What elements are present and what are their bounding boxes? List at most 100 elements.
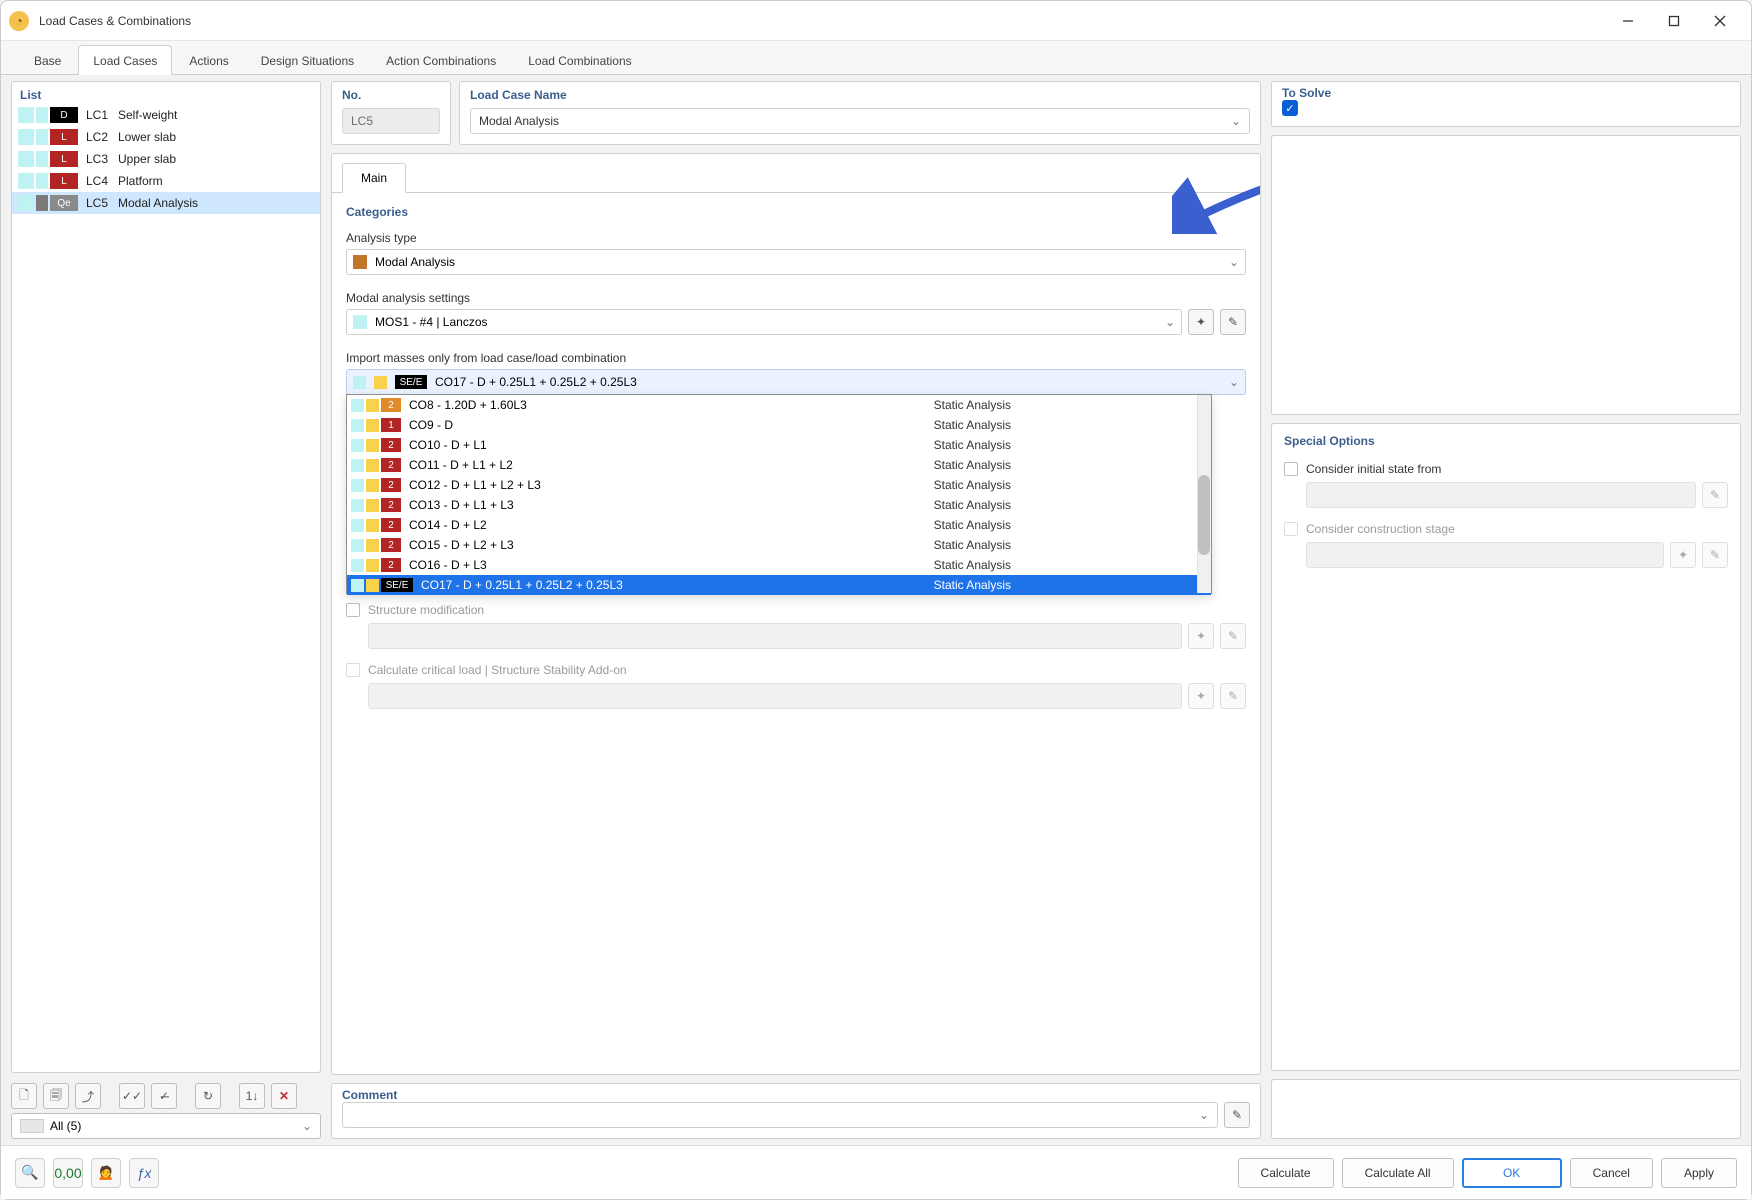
dropdown-option[interactable]: 2 CO16 - D + L3 Static Analysis (347, 555, 1211, 575)
maximize-button[interactable] (1651, 6, 1697, 36)
tab-main[interactable]: Main (342, 163, 406, 193)
import-masses-label: Import masses only from load case/load c… (346, 347, 1246, 369)
analysis-type-label: Analysis type (346, 227, 1246, 249)
initial-state-edit-icon[interactable]: ✎ (1702, 482, 1728, 508)
dropdown-option[interactable]: 2 CO10 - D + L1 Static Analysis (347, 435, 1211, 455)
new-settings-icon[interactable]: ✦ (1188, 309, 1214, 335)
tab-base[interactable]: Base (19, 45, 76, 75)
tosolve-label: To Solve (1282, 80, 1339, 102)
titlebar: ◔ Load Cases & Combinations (1, 1, 1751, 41)
construction-stage-checkbox[interactable] (1284, 522, 1298, 536)
calculate-critical-label: Calculate critical load | Structure Stab… (368, 663, 627, 677)
function-icon[interactable]: ƒx (129, 1158, 159, 1188)
initial-state-label: Consider initial state from (1306, 462, 1441, 476)
tab-action-combinations[interactable]: Action Combinations (371, 45, 511, 75)
list-item[interactable]: L LC2 Lower slab (12, 126, 320, 148)
analysis-type-value: Modal Analysis (375, 255, 455, 269)
main-tabs: Base Load Cases Actions Design Situation… (1, 41, 1751, 75)
tab-load-combinations[interactable]: Load Combinations (513, 45, 646, 75)
modal-settings-value: MOS1 - #4 | Lanczos (375, 315, 488, 329)
app-icon: ◔ (9, 11, 29, 31)
minimize-button[interactable] (1605, 6, 1651, 36)
chevron-down-icon: ⌄ (1229, 255, 1239, 269)
categories-header: Categories (346, 201, 1246, 227)
analysis-type-dropdown[interactable]: Modal Analysis ⌄ (346, 249, 1246, 275)
chevron-down-icon: ⌄ (302, 1119, 312, 1133)
calculate-critical-field (368, 683, 1182, 709)
lcname-dropdown[interactable]: Modal Analysis ⌄ (470, 108, 1250, 134)
cancel-button[interactable]: Cancel (1570, 1158, 1653, 1188)
comment-dropdown[interactable]: ⌄ (342, 1102, 1218, 1128)
lcname-value: Modal Analysis (479, 114, 559, 128)
calculate-button[interactable]: Calculate (1238, 1158, 1334, 1188)
modal-settings-label: Modal analysis settings (346, 287, 1246, 309)
search-icon[interactable]: 🔍 (15, 1158, 45, 1188)
tab-load-cases[interactable]: Load Cases (78, 45, 172, 75)
new-sm-icon[interactable]: ✦ (1188, 623, 1214, 649)
construction-stage-new-icon[interactable]: ✦ (1670, 542, 1696, 568)
list-item[interactable]: L LC3 Upper slab (12, 148, 320, 170)
initial-state-field (1306, 482, 1696, 508)
units-icon[interactable]: 0,00 (53, 1158, 83, 1188)
chevron-down-icon: ⌄ (1199, 1108, 1209, 1122)
edit-cc-icon[interactable]: ✎ (1220, 683, 1246, 709)
list-filter-label: All (5) (50, 1119, 81, 1133)
calculate-all-button[interactable]: Calculate All (1342, 1158, 1454, 1188)
structure-modification-checkbox[interactable] (346, 603, 360, 617)
tosolve-checkbox[interactable]: ✓ (1282, 100, 1298, 116)
edit-sm-icon[interactable]: ✎ (1220, 623, 1246, 649)
scrollbar[interactable] (1197, 395, 1211, 593)
apply-button[interactable]: Apply (1661, 1158, 1737, 1188)
dropdown-option[interactable]: 2 CO12 - D + L1 + L2 + L3 Static Analysi… (347, 475, 1211, 495)
copy-icon[interactable]: 🗐 (43, 1083, 69, 1109)
ok-button[interactable]: OK (1462, 1158, 1562, 1188)
dropdown-option[interactable]: SE/E CO17 - D + 0.25L1 + 0.25L2 + 0.25L3… (347, 575, 1211, 595)
import-badge: SE/E (395, 375, 427, 389)
lcname-label: Load Case Name (470, 86, 1250, 108)
tab-actions[interactable]: Actions (174, 45, 243, 75)
dropdown-option[interactable]: 2 CO13 - D + L1 + L3 Static Analysis (347, 495, 1211, 515)
special-options-header: Special Options (1284, 430, 1728, 456)
preview-panel (1271, 135, 1741, 415)
chevron-down-icon: ⌄ (1231, 114, 1241, 128)
import-masses-dropdown[interactable]: SE/E CO17 - D + 0.25L1 + 0.25L2 + 0.25L3… (346, 369, 1246, 395)
window-title: Load Cases & Combinations (39, 14, 191, 28)
uncheck-all-icon[interactable]: ✓̶ (151, 1083, 177, 1109)
initial-state-checkbox[interactable] (1284, 462, 1298, 476)
modal-settings-dropdown[interactable]: MOS1 - #4 | Lanczos ⌄ (346, 309, 1182, 335)
list-item[interactable]: Qe LC5 Modal Analysis (12, 192, 320, 214)
close-button[interactable] (1697, 6, 1743, 36)
no-label: No. (342, 86, 440, 108)
dropdown-option[interactable]: 2 CO15 - D + L2 + L3 Static Analysis (347, 535, 1211, 555)
comment-label: Comment (342, 1082, 405, 1104)
check-all-icon[interactable]: ✓✓ (119, 1083, 145, 1109)
calculate-critical-checkbox[interactable] (346, 663, 360, 677)
list-filter-dropdown[interactable]: All (5) ⌄ (11, 1113, 321, 1139)
no-field: LC5 (342, 108, 440, 134)
import-icon[interactable]: ⤴ (75, 1083, 101, 1109)
dropdown-option[interactable]: 2 CO14 - D + L2 Static Analysis (347, 515, 1211, 535)
list-item[interactable]: D LC1 Self-weight (12, 104, 320, 126)
construction-stage-field (1306, 542, 1664, 568)
profile-icon[interactable]: 🙍 (91, 1158, 121, 1188)
dropdown-option[interactable]: 2 CO8 - 1.20D + 1.60L3 Static Analysis (347, 395, 1211, 415)
tab-design-situations[interactable]: Design Situations (246, 45, 369, 75)
import-masses-value: CO17 - D + 0.25L1 + 0.25L2 + 0.25L3 (435, 375, 637, 389)
structure-modification-field (368, 623, 1182, 649)
right-bottom-panel (1271, 1079, 1741, 1139)
chevron-down-icon: ⌄ (1165, 315, 1175, 329)
refresh-icon[interactable]: ↻ (195, 1083, 221, 1109)
list-item[interactable]: L LC4 Platform (12, 170, 320, 192)
comment-edit-icon[interactable]: ✎ (1224, 1102, 1250, 1128)
new-cc-icon[interactable]: ✦ (1188, 683, 1214, 709)
chevron-down-icon: ⌄ (1229, 375, 1239, 389)
renumber-icon[interactable]: 1↓ (239, 1083, 265, 1109)
new-icon[interactable]: 🗋 (11, 1083, 37, 1109)
construction-stage-edit-icon[interactable]: ✎ (1702, 542, 1728, 568)
dropdown-option[interactable]: 1 CO9 - D Static Analysis (347, 415, 1211, 435)
construction-stage-label: Consider construction stage (1306, 522, 1455, 536)
delete-icon[interactable]: ✕ (271, 1083, 297, 1109)
dropdown-option[interactable]: 2 CO11 - D + L1 + L2 Static Analysis (347, 455, 1211, 475)
import-masses-options[interactable]: 2 CO8 - 1.20D + 1.60L3 Static Analysis 1… (346, 394, 1212, 594)
edit-settings-icon[interactable]: ✎ (1220, 309, 1246, 335)
